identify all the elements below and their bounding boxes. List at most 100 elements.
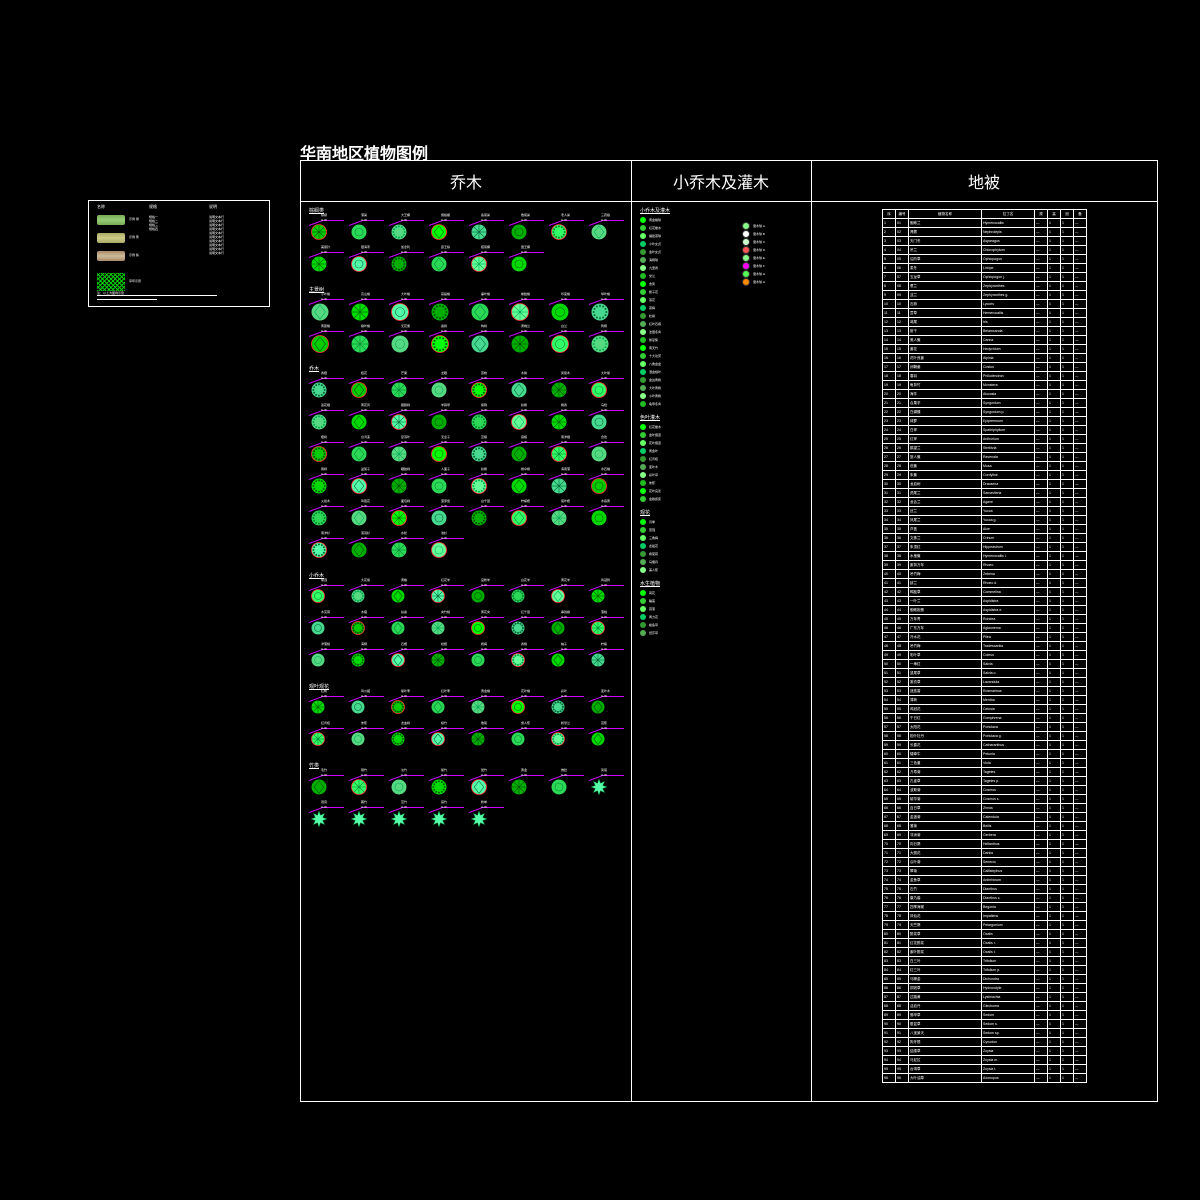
table-row: 4444蜘蛛抱蛋Aspidistra e.—11—	[883, 606, 1087, 615]
table-row: 303天门冬Asparagus—11—	[883, 237, 1087, 246]
shrub-item: 龙船花	[640, 542, 811, 550]
table-row: 9090垂盆草Sedum s.—11—	[883, 1020, 1087, 1029]
tree-symbol-icon	[351, 303, 369, 321]
shrub-item: 南天竹	[640, 344, 811, 352]
tree-symbol-icon	[351, 382, 367, 398]
table-row: 9292狗牙根Cynodon—11—	[883, 1038, 1087, 1047]
tree-symbol: 芭蕉H-W	[587, 724, 627, 754]
tree-symbol-icon	[471, 414, 487, 430]
table-row: 5757太阳花Portulaca—11—	[883, 723, 1087, 732]
table-row: 2727旅人蕉Ravenala—11—	[883, 453, 1087, 462]
table-row: 8181红花酢浆Oxalis r.—11—	[883, 939, 1087, 948]
tree-symbol-icon	[351, 811, 367, 827]
shrub-item: 再力花	[640, 613, 811, 621]
grass-hatch-icon	[97, 273, 125, 291]
cad-canvas[interactable]: 名称 规格 说明 示例 绿示例 黄示例 棕 规格一规格二规格三规格四 说明文本行…	[0, 0, 1200, 1200]
tree-symbol: 大叶榕H-W	[387, 295, 427, 325]
tree-symbol: 火焰木H-W	[307, 502, 347, 532]
shrub-item: 红背桂	[640, 455, 811, 463]
shrub-dot-icon	[742, 222, 750, 230]
thumb-notelist: 说明文本行说明文本行说明文本行说明文本行说明文本行说明文本行说明文本行说明文本行…	[209, 215, 224, 255]
tree-symbol: 扶桑H-W	[387, 613, 427, 643]
table-row: 2828芭蕉Musa—11—	[883, 462, 1087, 471]
table-row: 6969非洲菊Gerbera—11—	[883, 831, 1087, 840]
tree-symbol-icon	[591, 779, 607, 795]
tree-symbol: 木芙蓉H-W	[307, 613, 347, 643]
tree-symbol-icon	[431, 621, 445, 635]
tree-symbol-icon	[551, 700, 565, 714]
shrub-dot-icon	[640, 225, 646, 231]
shrub-dot-icon	[640, 393, 646, 399]
shrub-dot-icon	[640, 241, 646, 247]
tree-symbol-icon	[591, 335, 609, 353]
tree-symbol-icon	[471, 256, 487, 272]
tree-symbol: 加拿利H-W	[387, 248, 427, 278]
tree-symbol-icon	[551, 414, 567, 430]
tree-symbol-icon	[431, 478, 447, 494]
tree-symbol-icon	[431, 542, 447, 558]
table-row: 1313射干Belamcanda—11—	[883, 327, 1087, 336]
tree-symbol-icon	[311, 732, 325, 746]
tree-symbol-icon	[591, 478, 607, 494]
tree-symbol: 假槟榔H-W	[427, 216, 467, 246]
tree-symbol: 棕竹H-W	[427, 724, 467, 754]
swatch-label-2: 示例 棕	[129, 253, 139, 257]
tree-symbol: 腊肠树H-W	[387, 406, 427, 436]
shrub-dot-icon	[640, 265, 646, 271]
table-row: 6464波斯菊Cosmos—11—	[883, 786, 1087, 795]
column-header-trees: 乔木	[301, 161, 631, 202]
tree-symbol-icon	[311, 510, 327, 526]
tree-symbol: 斑竹H-W	[467, 771, 507, 801]
shrub-item: 大叶黄杨	[640, 384, 811, 392]
tree-symbol: 花叶榕H-W	[507, 692, 547, 722]
shrub-section-1: 色叶灌木	[640, 414, 811, 421]
tree-symbol-icon	[311, 256, 327, 272]
table-row: 7373翠菊Callistephus—11—	[883, 867, 1087, 876]
tree-symbol: 红花羊H-W	[427, 581, 467, 611]
tree-symbol-icon	[351, 653, 365, 667]
table-row: 8989佛甲草Sedum—11—	[883, 1011, 1087, 1020]
shrub-dot-icon	[640, 614, 646, 620]
tree-symbol-icon	[431, 303, 449, 321]
table-row: 7777四季海棠Begonia—11—	[883, 903, 1087, 912]
swatch-2	[97, 251, 125, 261]
table-row: 4848吊竹梅Tradescantia—11—	[883, 642, 1087, 651]
tree-symbol-icon	[511, 303, 529, 321]
tree-symbol: 橡胶榕H-W	[507, 295, 547, 325]
table-row: 5151鼠尾草Salvia o.—11—	[883, 669, 1087, 678]
shrub-dot-icon	[640, 345, 646, 351]
shrubs-panel: 小乔木及灌木黄金榕球红花檵木福建茶球小叶女贞金叶女贞海桐球九里香米兰含笑栀子花茶…	[632, 201, 811, 1101]
shrub-item: 蔷薇	[640, 526, 811, 534]
shrub-item: 小叶黄杨	[640, 392, 811, 400]
tree-symbol-icon	[511, 653, 525, 667]
tree-symbol-icon	[311, 303, 329, 321]
tree-symbol: 箬竹H-W	[347, 803, 387, 833]
tree-symbol-icon	[471, 303, 489, 321]
tree-symbol-icon	[551, 589, 565, 603]
shrub-item: 红花檵木	[640, 423, 811, 431]
shrub-dot-icon	[640, 472, 646, 478]
tree-symbol: 串钱柳H-W	[547, 613, 587, 643]
shrub-dot-icon	[640, 448, 646, 454]
tree-symbol: 蒲葵H-W	[347, 216, 387, 246]
table-row: 2222白蝴蝶Syngonium p.—11—	[883, 408, 1087, 417]
table-row: 2525红掌Anthurium—11—	[883, 435, 1087, 444]
table-row: 7878凤仙花Impatiens—11—	[883, 912, 1087, 921]
table-row: 9696大叶油草Axonopus—11—	[883, 1074, 1087, 1083]
tree-symbol-icon	[511, 256, 527, 272]
tree-symbol: 鹤望兰H-W	[547, 724, 587, 754]
tree-symbol-icon	[311, 335, 329, 353]
tree-symbol: 苦竹H-W	[387, 803, 427, 833]
shrub-item: 鹅掌柴	[640, 336, 811, 344]
tree-symbol: 散尾葵H-W	[507, 216, 547, 246]
tree-symbol-icon	[471, 478, 487, 494]
tree-symbol-icon	[591, 510, 607, 526]
tree-symbol: 紫薇H-W	[307, 581, 347, 611]
table-row: 4545万年青Rohdea—11—	[883, 615, 1087, 624]
tree-section-2: 乔木	[309, 365, 631, 372]
tree-row-3: 紫薇H-W大花紫H-W黄槐H-W红花羊H-W宫粉羊H-W白花羊H-W黄花羊H-W…	[307, 581, 631, 677]
shrub-dot-icon	[640, 353, 646, 359]
shrub-item: 茶花	[640, 296, 811, 304]
table-row: 3838水鬼蕉Hymenocallis l.—11—	[883, 552, 1087, 561]
table-header: 序	[883, 210, 896, 219]
